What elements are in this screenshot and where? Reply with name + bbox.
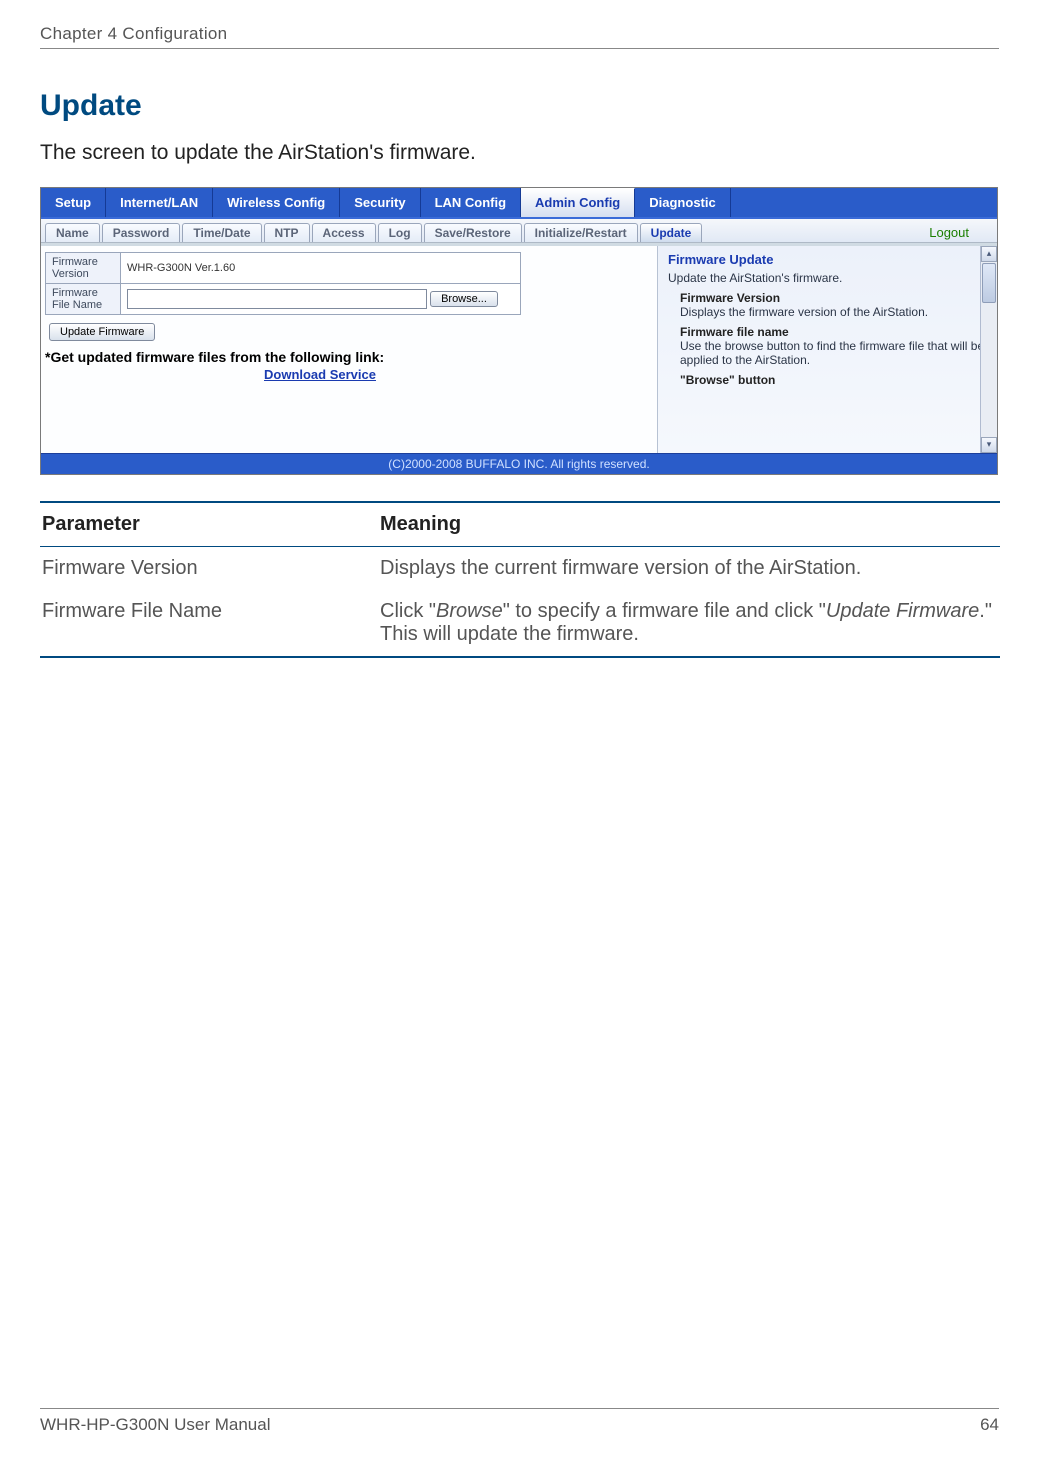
page-footer: WHR-HP-G300N User Manual 64: [40, 1408, 999, 1435]
subtab-password[interactable]: Password: [102, 223, 181, 242]
tab-internet-lan[interactable]: Internet/LAN: [106, 188, 213, 217]
col-header-meaning: Meaning: [380, 513, 1000, 536]
parameter-table: Parameter Meaning Firmware Version Displ…: [40, 501, 1000, 658]
content-pane: Firmware Version WHR-G300N Ver.1.60 Firm…: [41, 246, 657, 453]
subtab-time-date[interactable]: Time/Date: [182, 223, 261, 242]
label-firmware-version: Firmware Version: [46, 253, 121, 284]
firmware-file-input[interactable]: [127, 289, 427, 309]
scroll-thumb[interactable]: [982, 263, 996, 303]
param-firmware-file-name: Firmware File Name: [40, 600, 380, 646]
main-tab-bar: Setup Internet/LAN Wireless Config Secur…: [41, 188, 997, 219]
help-sub2-title: Firmware file name: [680, 325, 987, 339]
help-intro: Update the AirStation's firmware.: [668, 271, 987, 285]
firmware-link-note: *Get updated firmware files from the fol…: [45, 349, 657, 365]
label-firmware-file-name: Firmware File Name: [46, 284, 121, 315]
help-sub3-title: "Browse" button: [680, 373, 987, 387]
footer-doc-title: WHR-HP-G300N User Manual: [40, 1415, 271, 1435]
logout-link[interactable]: Logout: [929, 225, 987, 240]
help-pane: Firmware Update Update the AirStation's …: [657, 246, 997, 453]
help-sub2-text: Use the browse button to find the firmwa…: [680, 339, 987, 367]
tab-security[interactable]: Security: [340, 188, 420, 217]
subtab-ntp[interactable]: NTP: [264, 223, 310, 242]
subtab-name[interactable]: Name: [45, 223, 100, 242]
tab-setup[interactable]: Setup: [41, 188, 106, 217]
section-title: Update: [40, 89, 999, 123]
mean-firmware-version: Displays the current firmware version of…: [380, 557, 1000, 580]
subtab-save-restore[interactable]: Save/Restore: [424, 223, 522, 242]
download-service-link[interactable]: Download Service: [155, 367, 485, 382]
col-header-parameter: Parameter: [40, 513, 380, 536]
help-title: Firmware Update: [668, 252, 987, 267]
screenshot-footer: (C)2000-2008 BUFFALO INC. All rights res…: [41, 453, 997, 474]
tab-admin-config[interactable]: Admin Config: [521, 188, 635, 217]
subtab-log[interactable]: Log: [378, 223, 422, 242]
footer-page-number: 64: [980, 1415, 999, 1435]
chapter-header: Chapter 4 Configuration: [40, 24, 999, 49]
mean-firmware-file-name: Click "Browse" to specify a firmware fil…: [380, 600, 1000, 646]
tab-lan-config[interactable]: LAN Config: [421, 188, 521, 217]
help-scrollbar[interactable]: ▴ ▾: [980, 246, 997, 453]
scroll-up-icon[interactable]: ▴: [981, 246, 997, 262]
sub-tab-bar: Name Password Time/Date NTP Access Log S…: [41, 219, 997, 242]
subtab-access[interactable]: Access: [312, 223, 376, 242]
tab-wireless-config[interactable]: Wireless Config: [213, 188, 340, 217]
help-sub1-title: Firmware Version: [680, 291, 987, 305]
value-firmware-version: WHR-G300N Ver.1.60: [121, 253, 521, 284]
help-sub1-text: Displays the firmware version of the Air…: [680, 305, 987, 319]
firmware-table: Firmware Version WHR-G300N Ver.1.60 Firm…: [45, 252, 521, 315]
tab-diagnostic[interactable]: Diagnostic: [635, 188, 730, 217]
param-firmware-version: Firmware Version: [40, 557, 380, 580]
screenshot-panel: Setup Internet/LAN Wireless Config Secur…: [40, 187, 998, 475]
browse-button[interactable]: Browse...: [430, 291, 498, 307]
subtab-initialize-restart[interactable]: Initialize/Restart: [524, 223, 638, 242]
update-firmware-button[interactable]: Update Firmware: [49, 323, 155, 341]
subtab-update[interactable]: Update: [640, 223, 703, 242]
section-intro: The screen to update the AirStation's fi…: [40, 141, 999, 165]
scroll-down-icon[interactable]: ▾: [981, 437, 997, 453]
